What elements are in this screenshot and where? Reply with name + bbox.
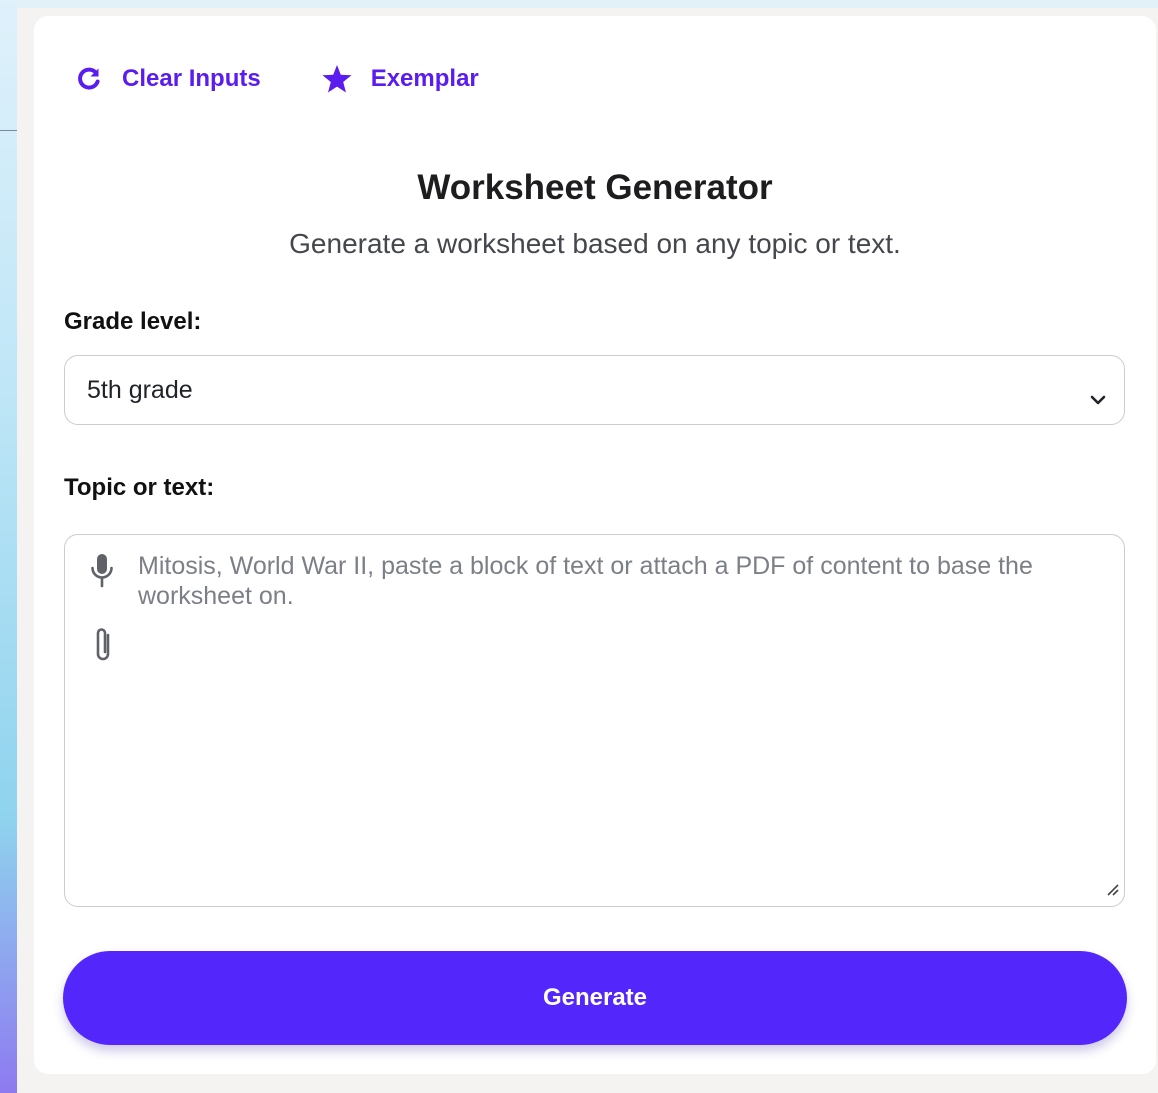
page-subtitle: Generate a worksheet based on any topic …	[289, 228, 901, 259]
grade-level-value: 5th grade	[87, 375, 193, 404]
chevron-down-icon	[1090, 384, 1106, 413]
background-panel-edge	[0, 0, 17, 1093]
page-title: Worksheet Generator	[417, 168, 773, 207]
topic-placeholder: Mitosis, World War II, paste a block of …	[138, 552, 1033, 610]
grade-level-label: Grade level:	[64, 308, 202, 335]
paperclip-icon[interactable]	[91, 625, 115, 670]
background-top-band	[17, 0, 1158, 8]
toolbar: Clear Inputs Exemplar	[74, 64, 479, 94]
clear-inputs-button[interactable]: Clear Inputs	[74, 64, 261, 94]
background-divider	[0, 130, 17, 131]
grade-level-select[interactable]: 5th grade	[64, 355, 1125, 425]
microphone-icon[interactable]	[89, 553, 115, 594]
topic-textarea[interactable]: Mitosis, World War II, paste a block of …	[64, 534, 1125, 907]
generate-button[interactable]: Generate	[63, 951, 1127, 1045]
refresh-icon	[74, 64, 104, 94]
worksheet-generator-card: Clear Inputs Exemplar Worksheet Generato…	[34, 16, 1156, 1074]
exemplar-button[interactable]: Exemplar	[321, 64, 479, 94]
star-icon	[321, 64, 353, 94]
topic-label: Topic or text:	[64, 474, 215, 501]
clear-inputs-label: Clear Inputs	[122, 65, 261, 92]
exemplar-label: Exemplar	[370, 65, 479, 92]
resize-handle-icon[interactable]	[1106, 883, 1120, 902]
